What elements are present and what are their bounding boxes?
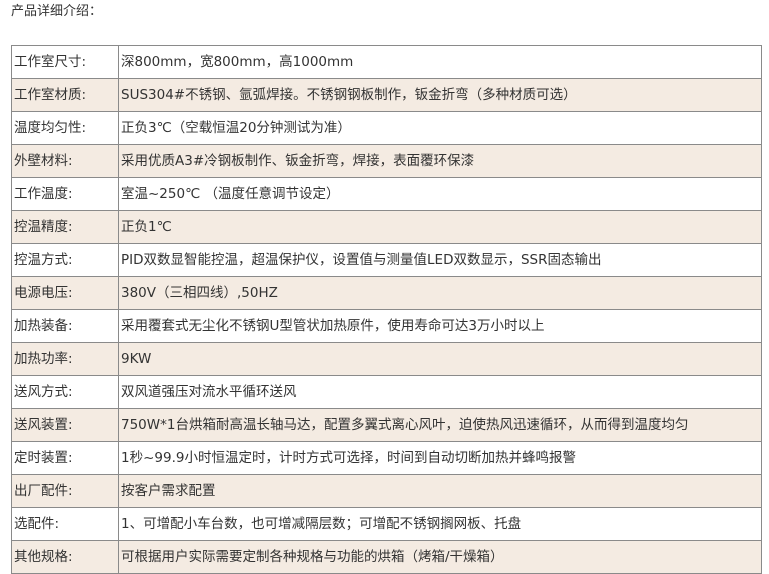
spec-row: 其他规格: 可根据用户实际需要定制各种规格与功能的烘箱（烤箱/干燥箱） (11, 540, 762, 574)
spec-row: 工作温度: 室温~250℃ （温度任意调节设定） (11, 177, 762, 211)
spec-row: 加热功率: 9KW (11, 342, 762, 376)
spec-value: SUS304#不锈钢、氩弧焊接。不锈钢钢板制作，钣金折弯（多种材质可选） (118, 78, 762, 112)
product-details-heading: 产品详细介绍： (11, 4, 103, 19)
spec-table-body: 工作室尺寸: 深800mm，宽800mm，高1000mm 工作室材质: SUS304#… (11, 45, 762, 574)
spec-label: 出厂配件: (11, 474, 119, 508)
spec-row: 送风装置: 750W*1台烘箱耐高温长轴马达，配置多翼式离心风叶，迫使热风迅速循环… (11, 408, 762, 442)
spec-value: 正负3℃（空载恒温20分钟测试为准） (118, 111, 762, 145)
spec-row: 送风方式: 双风道强压对流水平循环送风 (11, 375, 762, 409)
spec-value: 750W*1台烘箱耐高温长轴马达，配置多翼式离心风叶，迫使热风迅速循环，从而得到… (118, 408, 762, 442)
spec-row: 外壁材料: 采用优质A3#冷钢板制作、钣金折弯，焊接，表面覆环保漆 (11, 144, 762, 178)
spec-row: 控温精度: 正负1℃ (11, 210, 762, 244)
spec-label: 加热装备: (11, 309, 119, 343)
spec-value: 采用优质A3#冷钢板制作、钣金折弯，焊接，表面覆环保漆 (118, 144, 762, 178)
spec-label: 外壁材料: (11, 144, 119, 178)
spec-label: 工作室材质: (11, 78, 119, 112)
spec-value: 按客户需求配置 (118, 474, 762, 508)
spec-label: 温度均匀性: (11, 111, 119, 145)
spec-value: 正负1℃ (118, 210, 762, 244)
spec-row: 加热装备: 采用覆套式无尘化不锈钢U型管状加热原件，使用寿命可达3万小时以上 (11, 309, 762, 343)
spec-value: 可根据用户实际需要定制各种规格与功能的烘箱（烤箱/干燥箱） (118, 540, 762, 574)
spec-label: 选配件: (11, 507, 119, 541)
spec-label: 送风装置: (11, 408, 119, 442)
spec-value: 380V（三相四线）,50HZ (118, 276, 762, 310)
spec-row: 选配件: 1、可增配小车台数，也可增减隔层数；可增配不锈钢搁网板、托盘 (11, 507, 762, 541)
spec-row: 工作室材质: SUS304#不锈钢、氩弧焊接。不锈钢钢板制作，钣金折弯（多种材质可… (11, 78, 762, 112)
spec-row: 出厂配件: 按客户需求配置 (11, 474, 762, 508)
spec-label: 工作室尺寸: (11, 45, 119, 79)
spec-row: 定时装置: 1秒~99.9小时恒温定时，计时方式可选择，时间到自动切断加热并蜂鸣… (11, 441, 762, 475)
spec-value: 9KW (118, 342, 762, 376)
spec-label: 工作温度: (11, 177, 119, 211)
spec-value: 室温~250℃ （温度任意调节设定） (118, 177, 762, 211)
spec-label: 加热功率: (11, 342, 119, 376)
spec-label: 电源电压: (11, 276, 119, 310)
spec-row: 温度均匀性: 正负3℃（空载恒温20分钟测试为准） (11, 111, 762, 145)
spec-row: 工作室尺寸: 深800mm，宽800mm，高1000mm (11, 45, 762, 79)
spec-value: PID双数显智能控温，超温保护仪，设置值与测量值LED双数显示，SSR固态输出 (118, 243, 762, 277)
spec-label: 其他规格: (11, 540, 119, 574)
spec-row: 控温方式: PID双数显智能控温，超温保护仪，设置值与测量值LED双数显示，SSR… (11, 243, 762, 277)
spec-value: 1秒~99.9小时恒温定时，计时方式可选择，时间到自动切断加热并蜂鸣报警 (118, 441, 762, 475)
spec-label: 控温方式: (11, 243, 119, 277)
spec-value: 深800mm，宽800mm，高1000mm (118, 45, 762, 79)
spec-label: 控温精度: (11, 210, 119, 244)
spec-label: 送风方式: (11, 375, 119, 409)
spec-label: 定时装置: (11, 441, 119, 475)
spec-value: 双风道强压对流水平循环送风 (118, 375, 762, 409)
spec-table: 工作室尺寸: 深800mm，宽800mm，高1000mm 工作室材质: SUS304#… (11, 45, 762, 574)
spec-row: 电源电压: 380V（三相四线）,50HZ (11, 276, 762, 310)
spec-value: 1、可增配小车台数，也可增减隔层数；可增配不锈钢搁网板、托盘 (118, 507, 762, 541)
spec-value: 采用覆套式无尘化不锈钢U型管状加热原件，使用寿命可达3万小时以上 (118, 309, 762, 343)
